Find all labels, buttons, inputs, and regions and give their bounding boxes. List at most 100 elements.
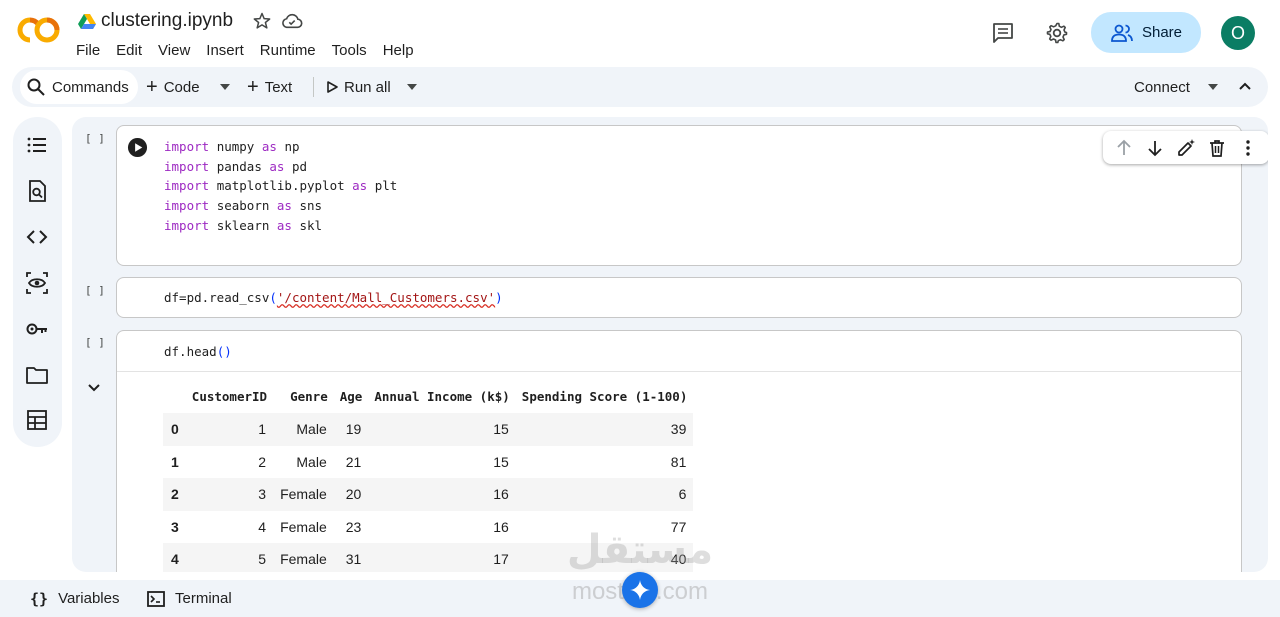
menu-view[interactable]: View <box>158 42 190 59</box>
table-cell: 5 <box>185 543 274 572</box>
comment-icon[interactable] <box>991 21 1015 45</box>
gemini-button[interactable] <box>622 572 658 608</box>
table-row: 4 5 Female 31 17 40 <box>163 543 694 572</box>
terminal-icon <box>147 590 165 607</box>
data-table-icon[interactable] <box>25 408 49 432</box>
code-line: import sklearn as skl <box>164 217 323 233</box>
code-editor[interactable]: df=pd.read_csv('/content/Mall_Customers.… <box>164 288 503 308</box>
menu-tools[interactable]: Tools <box>332 42 367 59</box>
menu-runtime[interactable]: Runtime <box>260 42 316 59</box>
chevron-down-icon[interactable] <box>219 83 231 91</box>
table-cell: 1 <box>185 413 274 446</box>
delete-icon[interactable] <box>1207 138 1227 158</box>
run-all-label: Run all <box>344 78 391 96</box>
table-cell: 17 <box>368 543 516 572</box>
code-line: import numpy as np <box>164 139 300 154</box>
arrow-up-icon[interactable] <box>1114 138 1134 158</box>
table-cell: 40 <box>515 543 694 572</box>
menu-bar: File Edit View Insert Runtime Tools Help <box>76 42 430 59</box>
table-cell: 23 <box>345 518 362 535</box>
add-text-button[interactable]: + Text <box>247 67 292 107</box>
chevron-down-icon[interactable] <box>1207 83 1219 91</box>
share-button[interactable]: Share <box>1091 12 1201 53</box>
table-cell: 15 <box>493 453 509 470</box>
menu-insert[interactable]: Insert <box>206 42 244 59</box>
text-label: Text <box>264 78 293 96</box>
table-cell: 77 <box>670 518 687 535</box>
chevron-down-icon[interactable] <box>406 83 418 91</box>
table-cell: 21 <box>345 453 362 470</box>
table-of-contents-icon[interactable] <box>25 133 49 157</box>
column-header-index <box>163 379 186 413</box>
code-cell-read-csv[interactable]: df=pd.read_csv('/content/Mall_Customers.… <box>116 277 1242 318</box>
terminal-button[interactable]: Terminal <box>147 580 232 617</box>
column-header: Genre <box>290 388 328 404</box>
table-header-row: CustomerID Genre Age Annual Income (k$) … <box>163 379 693 413</box>
code-snippets-icon[interactable] <box>25 225 49 249</box>
table-cell: 19 <box>333 413 369 446</box>
code-line: import seaborn as sns <box>164 198 323 214</box>
plus-icon: + <box>247 75 259 98</box>
collapse-output-icon[interactable] <box>87 383 101 393</box>
table-cell: 3 <box>185 478 274 511</box>
row-index: 0 <box>163 413 186 446</box>
column-header: CustomerID <box>191 388 268 404</box>
table-row: 3 4 Female 23 16 77 <box>163 511 693 544</box>
execution-count: [ ] <box>85 336 105 349</box>
variables-inspector-icon[interactable] <box>25 271 49 295</box>
add-code-button[interactable]: + Code <box>146 67 200 107</box>
key-icon[interactable] <box>25 317 49 341</box>
output-divider <box>117 371 1241 372</box>
menu-help[interactable]: Help <box>383 42 414 59</box>
table-row: 0 1 Male 19 15 39 <box>163 413 694 446</box>
code-line: import matplotlib.pyplot as plt <box>164 178 398 194</box>
row-index: 2 <box>163 478 186 511</box>
variables-label: Variables <box>58 590 120 607</box>
execution-count: [ ] <box>85 284 105 297</box>
side-rail <box>13 117 62 447</box>
people-icon <box>1111 24 1133 42</box>
braces-icon: {} <box>30 589 49 608</box>
table-cell: 20 <box>333 478 369 511</box>
commands-label: Commands <box>52 78 129 96</box>
connect-button[interactable]: Connect <box>1134 67 1190 107</box>
row-index: 1 <box>171 453 179 470</box>
table-cell: Female <box>280 518 327 535</box>
notebook-title[interactable]: clustering.ipynb <box>101 10 233 32</box>
table-row: 1 2 Male 21 15 81 <box>163 446 693 479</box>
avatar[interactable]: O <box>1221 16 1255 50</box>
edit-sparkle-icon[interactable] <box>1176 138 1196 158</box>
table-cell: Female <box>273 543 334 572</box>
dataframe-output: CustomerID Genre Age Annual Income (k$) … <box>163 379 694 572</box>
notebook-toolbar: Commands + Code + Text Run all Connect <box>12 67 1268 107</box>
drive-icon <box>78 14 96 29</box>
more-vert-icon[interactable] <box>1238 138 1258 158</box>
star-icon[interactable] <box>252 11 272 31</box>
folder-icon[interactable] <box>25 363 49 387</box>
code-editor[interactable]: import numpy as np import pandas as pd i… <box>164 137 397 236</box>
app-header: clustering.ipynb File Edit View Insert R… <box>0 0 1280 66</box>
column-header: Annual Income (k$) <box>374 388 510 404</box>
sparkle-icon <box>630 580 650 600</box>
code-cell-head[interactable]: df.head() CustomerID Genre Age Annual In… <box>116 330 1242 572</box>
column-header: Age <box>339 388 363 404</box>
run-cell-icon[interactable] <box>127 137 148 158</box>
table-cell: 6 <box>515 478 694 511</box>
variables-button[interactable]: {} Variables <box>30 580 119 617</box>
cell-toolbar <box>1103 131 1268 164</box>
notebook-area: [ ] import numpy as np import pandas as … <box>72 117 1268 572</box>
arrow-down-icon[interactable] <box>1145 138 1165 158</box>
table-cell: 31 <box>333 543 369 572</box>
play-icon <box>327 81 338 93</box>
gear-icon[interactable] <box>1045 21 1069 45</box>
commands-button[interactable]: Commands <box>20 70 138 104</box>
menu-file[interactable]: File <box>76 42 100 59</box>
menu-edit[interactable]: Edit <box>116 42 142 59</box>
code-editor[interactable]: df.head() <box>164 342 232 362</box>
cloud-icon[interactable] <box>281 12 303 30</box>
run-all-button[interactable]: Run all <box>326 67 391 107</box>
chevron-up-icon[interactable] <box>1238 81 1252 91</box>
find-replace-icon[interactable] <box>25 179 49 203</box>
colab-logo[interactable] <box>16 14 62 46</box>
code-cell-imports[interactable]: import numpy as np import pandas as pd i… <box>116 125 1268 266</box>
